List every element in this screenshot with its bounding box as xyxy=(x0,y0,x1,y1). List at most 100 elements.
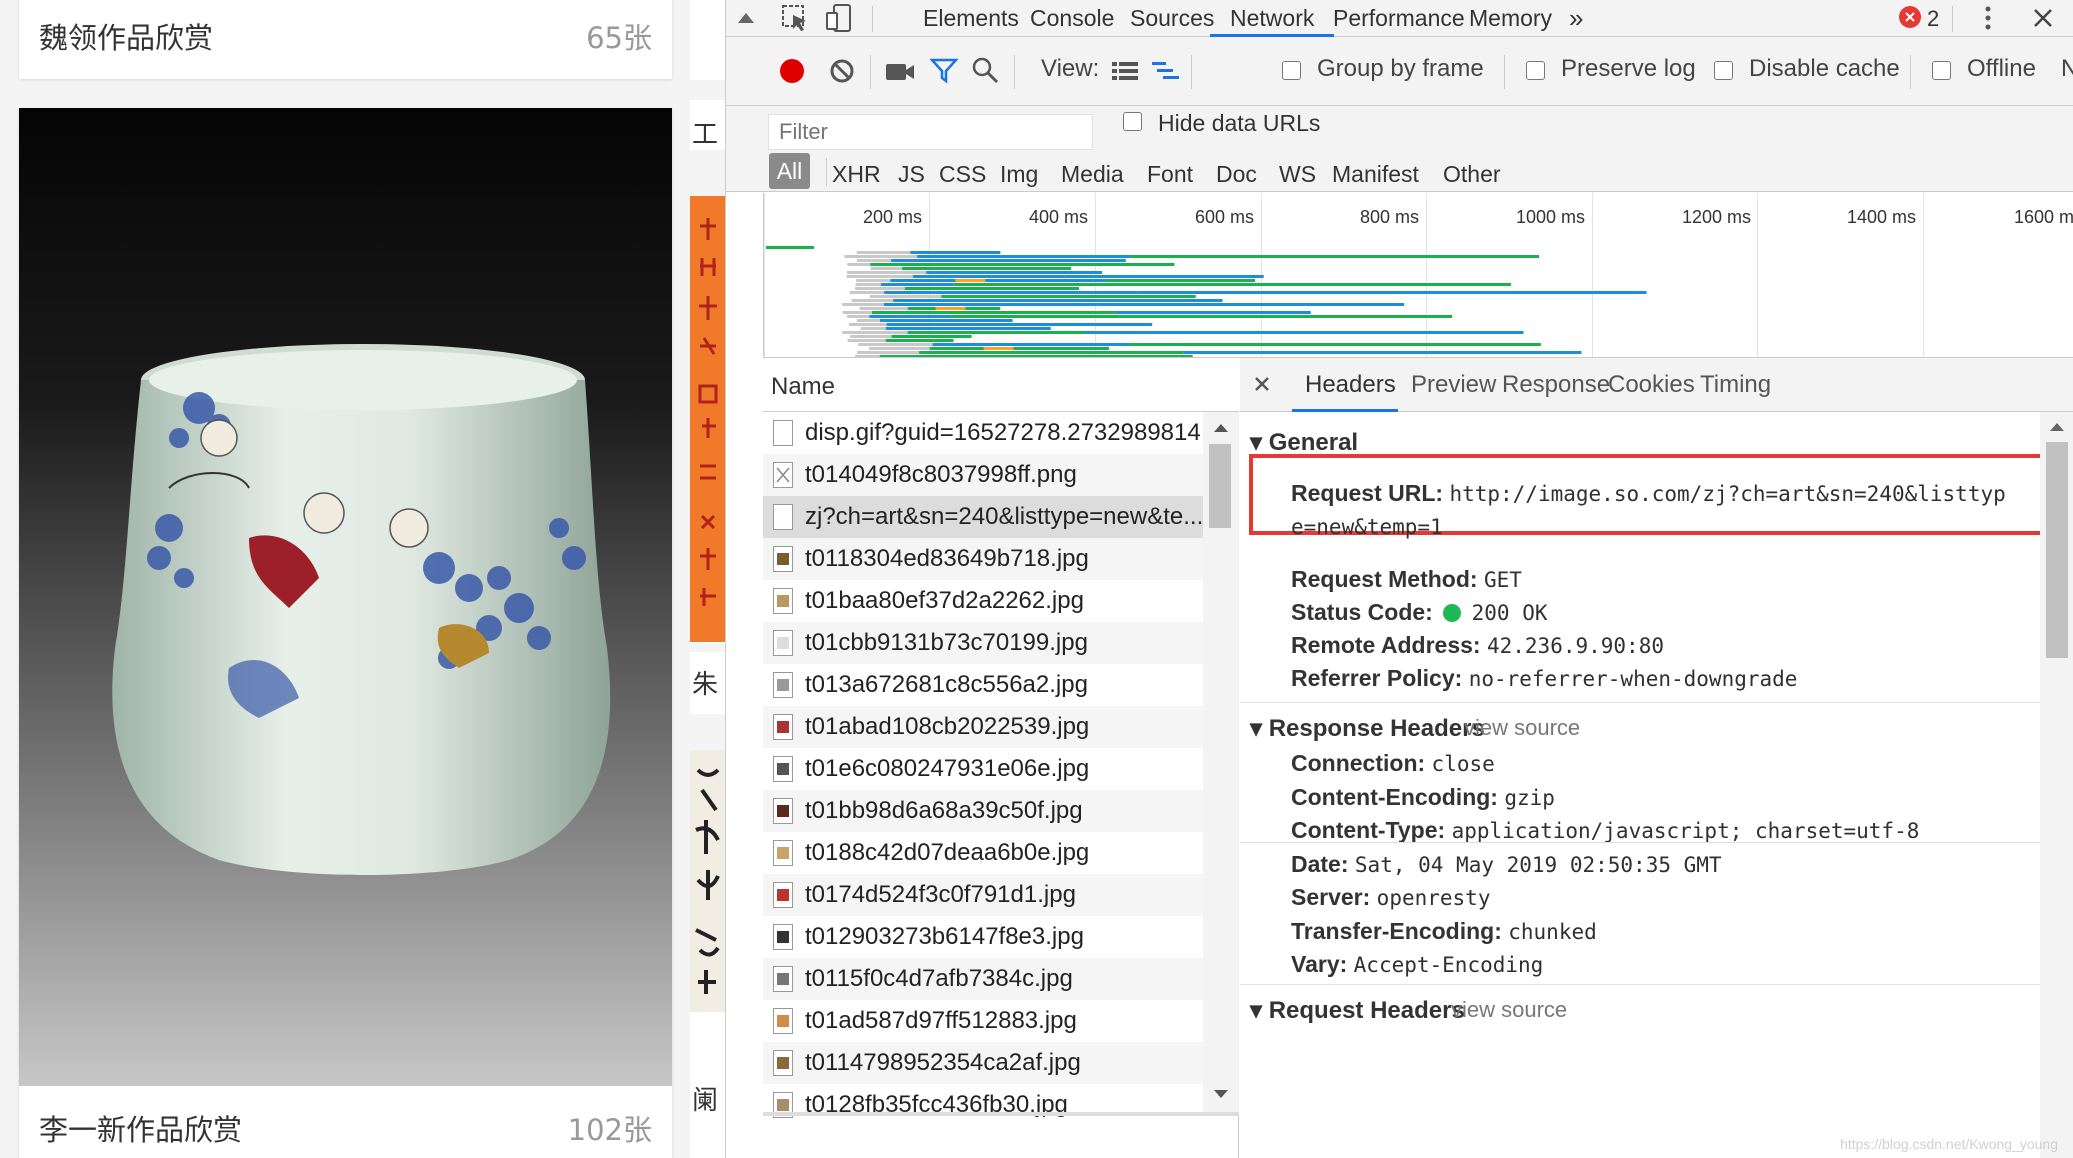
request-url-value[interactable]: http://image.so.com/zj?ch=art&sn=240&lis… xyxy=(1449,482,2005,506)
clear-icon[interactable] xyxy=(828,57,856,85)
collapse-up-icon[interactable] xyxy=(734,4,758,32)
scroll-up-icon[interactable] xyxy=(1203,418,1239,438)
tab-network[interactable]: Network xyxy=(1210,0,1335,37)
request-row[interactable]: t0188c42d07deaa6b0e.jpg xyxy=(763,832,1203,874)
request-row[interactable]: disp.gif?guid=16527278.2732989814 xyxy=(763,412,1203,454)
disable-cache-checkbox[interactable] xyxy=(1714,61,1733,80)
cursor-select-icon xyxy=(782,5,806,31)
tab-preview[interactable]: Preview xyxy=(1411,371,1496,399)
error-count[interactable]: 2 xyxy=(1927,0,1939,37)
triangle-up-icon xyxy=(738,13,754,23)
block-icon xyxy=(830,59,854,83)
gallery-card[interactable]: 李一新作品欣赏 102张 xyxy=(19,108,672,1158)
type-filter-font[interactable]: Font xyxy=(1147,161,1193,188)
offline-checkbox[interactable] xyxy=(1932,61,1951,80)
type-filter-doc[interactable]: Doc xyxy=(1216,161,1257,188)
devtools-tabbar: Elements Console Sources Network Perform… xyxy=(726,0,2073,37)
record-icon[interactable] xyxy=(778,57,806,85)
type-filter-css[interactable]: CSS xyxy=(939,161,986,188)
name-column-header[interactable]: Name xyxy=(763,358,1239,412)
tab-console[interactable]: Console xyxy=(1030,0,1114,37)
tab-cookies[interactable]: Cookies xyxy=(1608,371,1695,399)
porcelain-vase-photo[interactable] xyxy=(19,108,672,1086)
general-section-toggle[interactable]: ▾ General xyxy=(1250,428,1358,457)
close-devtools-icon[interactable] xyxy=(2028,2,2058,34)
side-card[interactable] xyxy=(690,0,725,80)
scroll-down-icon[interactable] xyxy=(1203,1084,1239,1104)
request-row[interactable]: t0174d524f3c0f791d1.jpg xyxy=(763,874,1203,916)
detail-scrollbar[interactable] xyxy=(2040,412,2073,1158)
error-icon[interactable] xyxy=(1899,6,1921,28)
side-card[interactable]: 工 xyxy=(690,100,725,150)
waterfall-bar xyxy=(871,311,1116,314)
request-row[interactable]: t012903273b6147f8e3.jpg xyxy=(763,916,1203,958)
device-toolbar-icon[interactable] xyxy=(822,2,856,34)
timeline-overview[interactable]: 200 ms 400 ms 600 ms 800 ms 1000 ms 1200… xyxy=(763,193,2073,358)
throttle-overflow[interactable]: N xyxy=(2061,55,2073,83)
close-detail-icon[interactable] xyxy=(1250,372,1274,396)
type-filter-xhr[interactable]: XHR xyxy=(832,161,881,188)
tab-timing[interactable]: Timing xyxy=(1700,371,1771,399)
waterfall-bar xyxy=(842,303,884,306)
tab-headers[interactable]: Headers xyxy=(1305,371,1396,399)
inspect-element-icon[interactable] xyxy=(778,2,812,34)
request-row[interactable]: t01ad587d97ff512883.jpg xyxy=(763,1000,1203,1042)
filter-input[interactable] xyxy=(768,114,1093,150)
type-filter-manifest[interactable]: Manifest xyxy=(1332,161,1419,188)
request-row[interactable]: t0115f0c4d7afb7384c.jpg xyxy=(763,958,1203,1000)
card-title[interactable]: 李一新作品欣赏 xyxy=(39,1107,242,1149)
tab-response[interactable]: Response xyxy=(1502,371,1610,399)
search-icon[interactable] xyxy=(970,55,1000,85)
caret-down-icon: ▾ xyxy=(1250,715,1269,742)
side-card[interactable]: 朱 xyxy=(690,196,725,714)
card-title[interactable]: 魏领作品欣赏 xyxy=(39,15,213,57)
more-tabs-icon[interactable]: » xyxy=(1569,0,1583,37)
group-by-frame-checkbox[interactable] xyxy=(1282,61,1301,80)
separator xyxy=(1910,55,1911,89)
large-rows-icon[interactable] xyxy=(1110,57,1140,85)
request-view-source-link[interactable]: view source xyxy=(1451,997,1567,1023)
gallery-card[interactable]: 魏领作品欣赏 65张 xyxy=(19,0,672,79)
type-filter-img[interactable]: Img xyxy=(1000,161,1038,188)
type-filter-js[interactable]: JS xyxy=(898,161,925,188)
request-row[interactable]: zj?ch=art&sn=240&listtype=new&te... xyxy=(763,496,1203,538)
type-filter-all[interactable]: All xyxy=(769,153,810,189)
response-view-source-link[interactable]: view source xyxy=(1464,715,1580,741)
waterfall-bar xyxy=(842,311,872,314)
filter-icon[interactable] xyxy=(929,55,959,85)
type-filter-other[interactable]: Other xyxy=(1443,161,1501,188)
request-headers-toggle[interactable]: ▾ Request Headers xyxy=(1250,996,1465,1025)
thumbnail-swatch xyxy=(777,1015,789,1027)
request-row[interactable]: t01bb98d6a68a39c50f.jpg xyxy=(763,790,1203,832)
request-row[interactable]: t0114798952354ca2af.jpg xyxy=(763,1042,1203,1084)
scroll-up-icon[interactable] xyxy=(2040,418,2073,436)
side-card[interactable]: 阑 xyxy=(690,750,725,1158)
request-row[interactable]: t01baa80ef37d2a2262.jpg xyxy=(763,580,1203,622)
scroll-thumb[interactable] xyxy=(2046,442,2068,658)
tab-elements[interactable]: Elements xyxy=(923,0,1019,37)
waterfall-view-icon[interactable] xyxy=(1150,57,1182,85)
request-row[interactable]: t01abad108cb2022539.jpg xyxy=(763,706,1203,748)
request-row[interactable]: t0118304ed83649b718.jpg xyxy=(763,538,1203,580)
waterfall-bar xyxy=(955,279,986,282)
response-headers-toggle[interactable]: ▾ Response Headers xyxy=(1250,714,1485,743)
waterfall-bar xyxy=(847,263,871,266)
request-url-value-cont[interactable]: e=new&temp=1 xyxy=(1291,515,1443,539)
request-row[interactable]: t01e6c080247931e06e.jpg xyxy=(763,748,1203,790)
type-filter-ws[interactable]: WS xyxy=(1279,161,1316,188)
tab-memory[interactable]: Memory xyxy=(1469,0,1552,37)
request-row[interactable]: t013a672681c8c556a2.jpg xyxy=(763,664,1203,706)
separator xyxy=(1191,55,1192,89)
tab-sources[interactable]: Sources xyxy=(1130,0,1214,37)
scroll-thumb[interactable] xyxy=(1209,444,1231,528)
hide-data-urls-checkbox[interactable] xyxy=(1123,112,1142,131)
request-row[interactable]: t014049f8c8037998ff.png xyxy=(763,454,1203,496)
request-row[interactable]: t01cbb9131b73c70199.jpg xyxy=(763,622,1203,664)
tab-performance[interactable]: Performance xyxy=(1333,0,1465,37)
kebab-menu-icon[interactable] xyxy=(1978,2,1998,34)
preserve-log-checkbox[interactable] xyxy=(1526,61,1545,80)
request-list-scrollbar[interactable] xyxy=(1203,412,1239,1112)
type-filter-media[interactable]: Media xyxy=(1061,161,1124,188)
request-row[interactable]: t0128fb35fcc436fb30.jpg xyxy=(763,1084,1203,1126)
screenshot-icon[interactable] xyxy=(884,57,916,85)
